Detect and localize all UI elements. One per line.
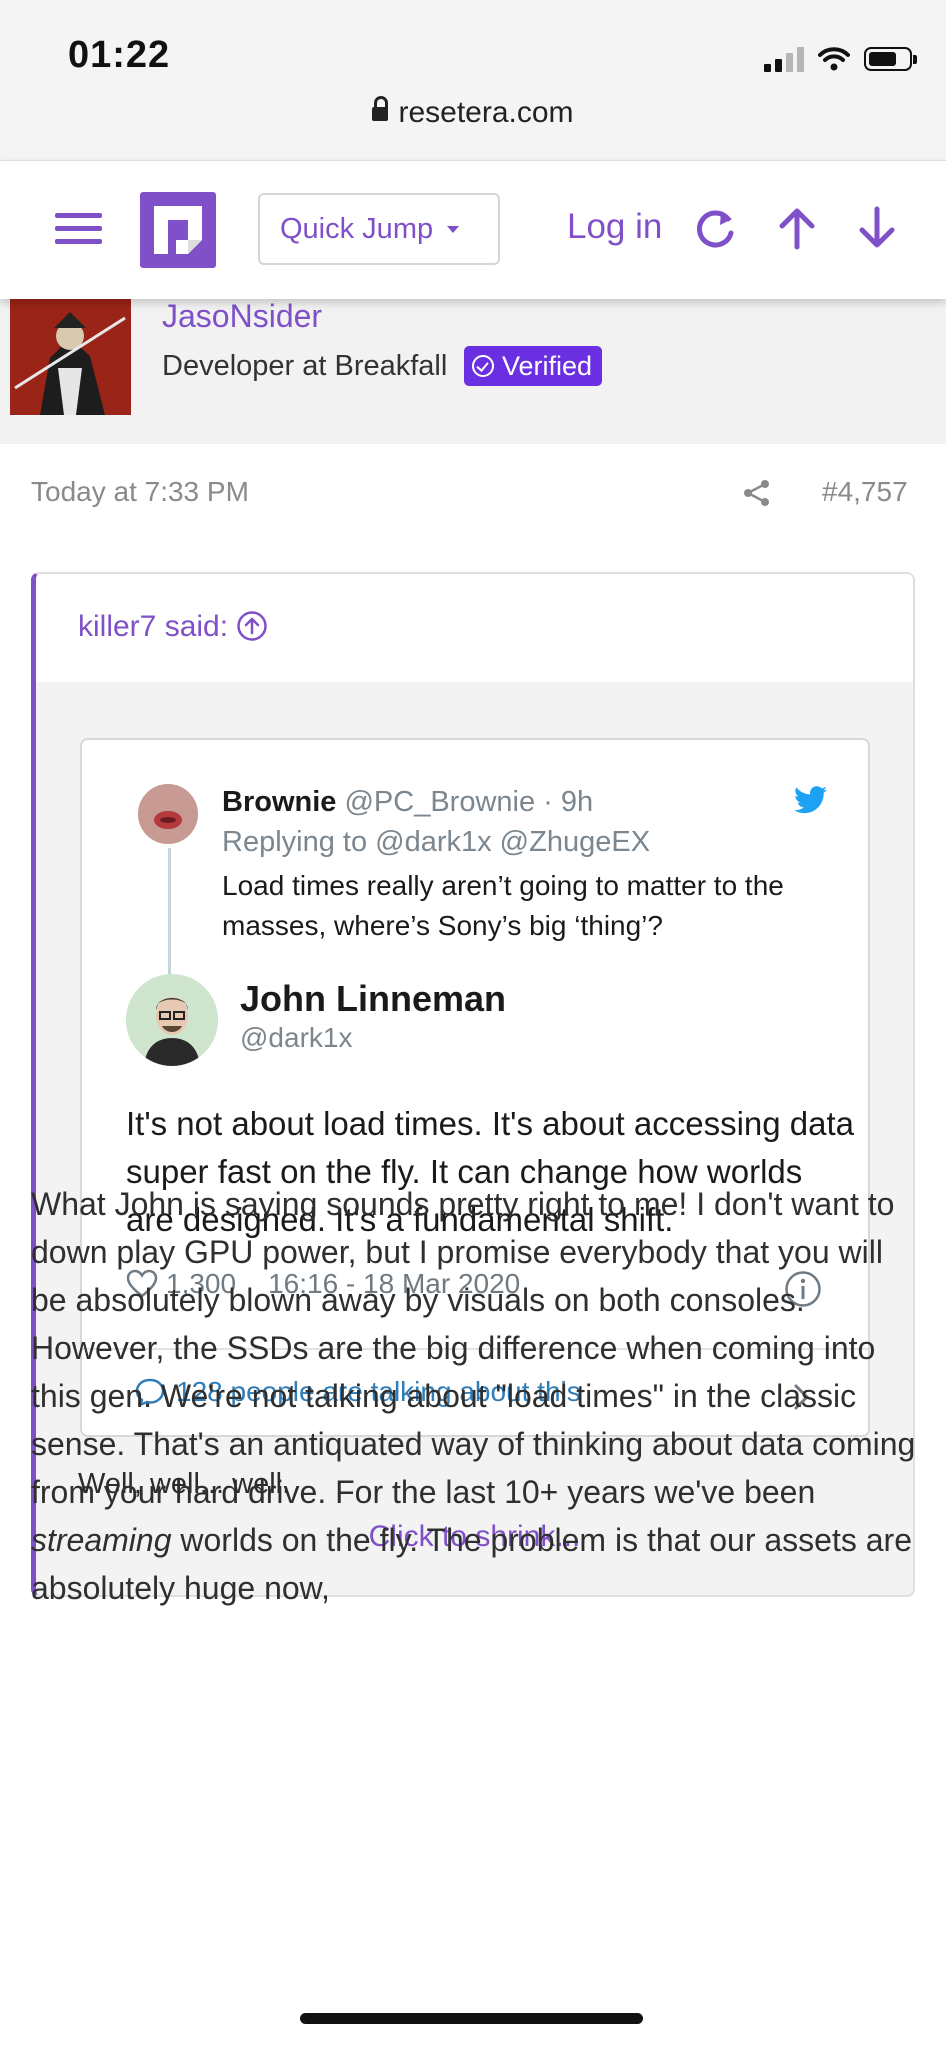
avatar[interactable]: [138, 784, 198, 844]
tweet-author-handle[interactable]: @dark1x: [240, 1022, 352, 1054]
reply-tweet-text: Load times really aren’t going to matter…: [222, 870, 784, 941]
refresh-icon[interactable]: [690, 203, 740, 253]
quote-up-icon[interactable]: [236, 610, 268, 642]
thread-line: [168, 848, 171, 974]
signal-icon: [764, 46, 804, 72]
quick-jump-button[interactable]: Quick Jump: [258, 193, 500, 265]
verified-label: Verified: [502, 350, 593, 381]
wifi-icon: [818, 47, 850, 71]
site-navbar: Quick Jump Log in: [0, 160, 946, 299]
avatar[interactable]: [10, 298, 131, 415]
site-logo[interactable]: [140, 192, 216, 268]
author-title: Developer at Breakfall: [162, 350, 448, 382]
login-link[interactable]: Log in: [567, 207, 662, 247]
post-number[interactable]: #4,757: [822, 476, 908, 508]
caret-down-icon: [447, 225, 460, 233]
quick-jump-label: Quick Jump: [280, 212, 434, 245]
status-icons: [764, 44, 917, 74]
post-date[interactable]: Today at 7:33 PM: [31, 476, 249, 508]
reply-author-handle: @PC_Brownie · 9h: [344, 786, 594, 818]
post-body-part1: What John is saying sounds pretty right …: [31, 1186, 916, 1510]
twitter-bird-icon[interactable]: [794, 786, 828, 814]
verified-badge: Verified: [464, 346, 603, 386]
author-name[interactable]: JasoNsider: [162, 298, 322, 335]
post-body: What John is saying sounds pretty right …: [31, 1180, 921, 1612]
verified-check-icon: [472, 355, 494, 377]
hamburger-icon[interactable]: [55, 213, 102, 245]
avatar[interactable]: [126, 974, 218, 1066]
tweet-author-name[interactable]: John Linneman: [240, 978, 506, 1020]
reply-author-name[interactable]: Brownie: [222, 786, 336, 818]
replying-to[interactable]: Replying to @dark1x @ZhugeEX: [222, 826, 650, 859]
share-icon[interactable]: [742, 478, 772, 508]
lock-icon: [372, 96, 389, 121]
post-author: JasoNsider Developer at Breakfall Verifi…: [0, 298, 946, 444]
quote-header: killer7 said:: [36, 574, 913, 682]
arrow-up-icon[interactable]: [772, 203, 822, 253]
url-text: resetera.com: [398, 96, 574, 129]
home-indicator[interactable]: [300, 2013, 643, 2024]
address-bar[interactable]: resetera.com: [0, 96, 946, 130]
reply-tweet-author: Brownie @PC_Brownie · 9h: [222, 786, 593, 819]
battery-icon: [864, 47, 917, 71]
quote-author-label: killer7 said:: [78, 610, 229, 643]
quote-author[interactable]: killer7 said:: [78, 610, 268, 644]
post-body-emphasis: streaming: [31, 1522, 172, 1558]
arrow-down-icon[interactable]: [852, 203, 902, 253]
status-bar: 01:22 resetera.com: [0, 0, 946, 160]
clock: 01:22: [68, 34, 171, 76]
